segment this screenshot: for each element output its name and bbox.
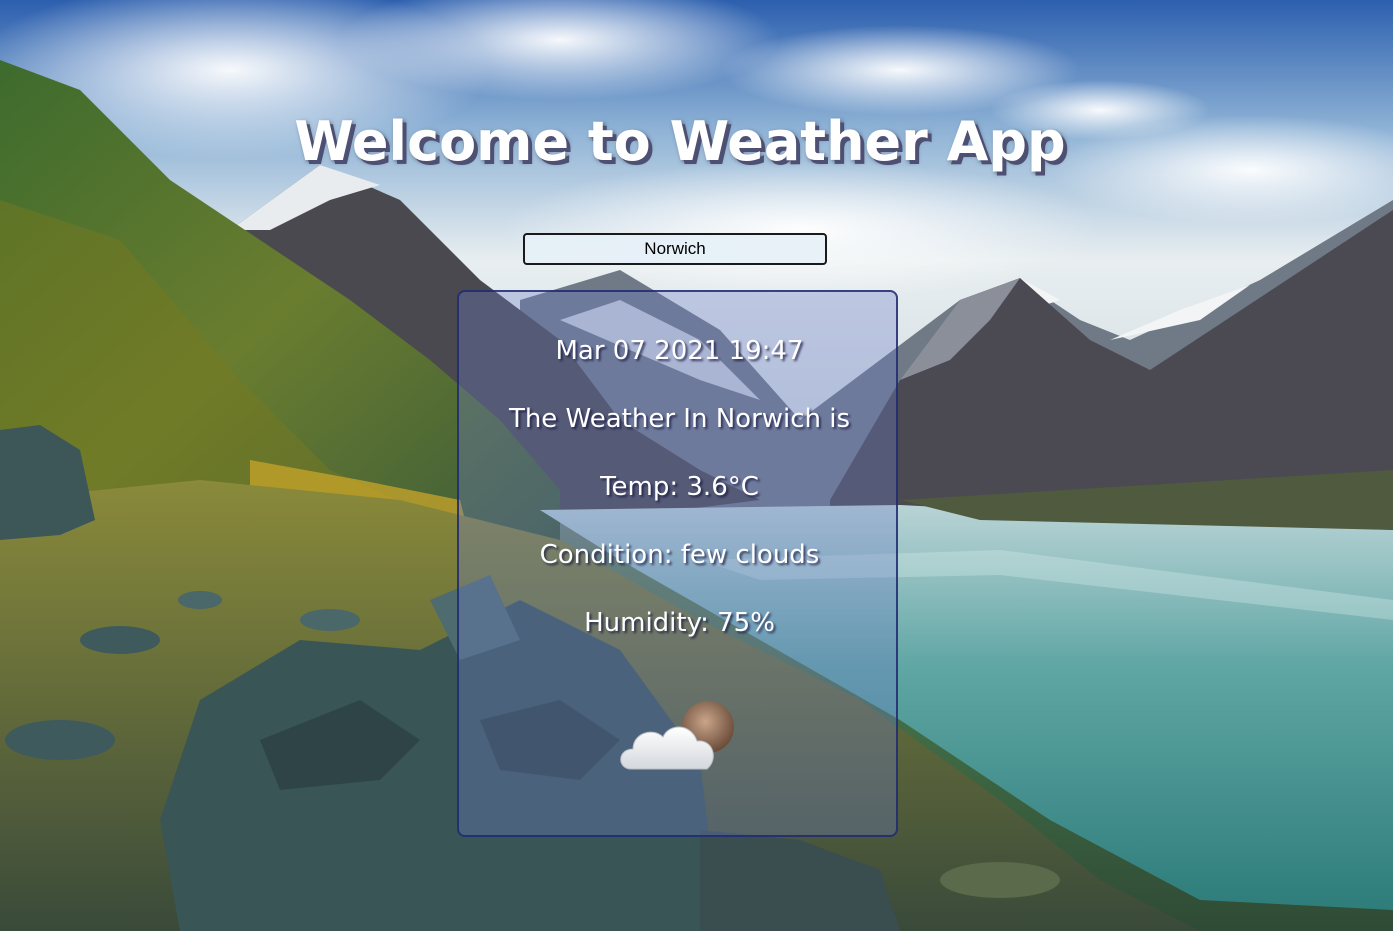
app-title: Welcome to Weather App: [294, 110, 1066, 173]
weather-humidity: Humidity: 75%: [584, 608, 775, 638]
weather-datetime: Mar 07 2021 19:47: [555, 336, 804, 366]
weather-heading: The Weather In Norwich is: [508, 404, 851, 434]
few-clouds-night-icon: [620, 701, 734, 770]
weather-temp: Temp: 3.6°C: [600, 472, 759, 502]
city-search-input[interactable]: [523, 233, 827, 265]
weather-card: Mar 07 2021 19:47 The Weather In Norwich…: [457, 290, 898, 837]
app-background: Welcome to Weather App Mar 07 2021 19:47…: [0, 0, 1393, 931]
weather-condition: Condition: few clouds: [539, 540, 820, 570]
